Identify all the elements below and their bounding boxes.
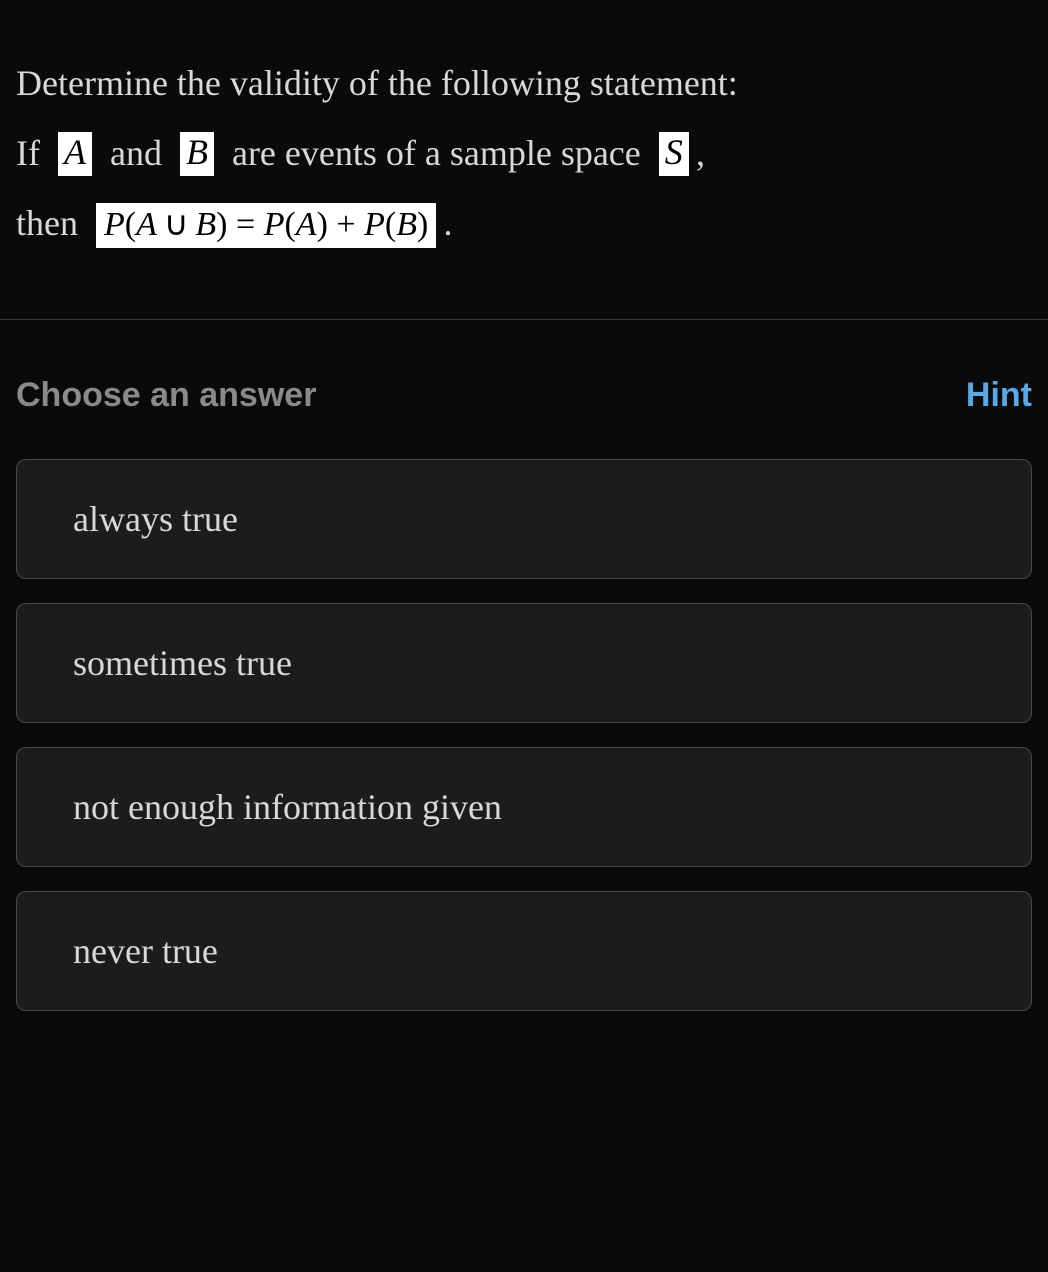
question-area: Determine the validity of the following … <box>0 0 1048 320</box>
word-if: If <box>16 133 40 173</box>
answer-option-3[interactable]: never true <box>16 891 1032 1011</box>
question-intro: Determine the validity of the following … <box>16 63 738 103</box>
math-var-s: S <box>659 132 689 175</box>
math-equation: P(A ∪ B) = P(A) + P(B) <box>96 203 436 248</box>
answer-option-1[interactable]: sometimes true <box>16 603 1032 723</box>
answer-area: Choose an answer Hint always true someti… <box>0 320 1048 1011</box>
math-var-a: A <box>58 132 92 175</box>
word-then: then <box>16 203 78 243</box>
phrase-are-events: are events of a sample space <box>232 133 641 173</box>
question-text: Determine the validity of the following … <box>16 48 1032 259</box>
answer-option-2[interactable]: not enough information given <box>16 747 1032 867</box>
answer-header: Choose an answer Hint <box>16 376 1032 415</box>
comma: , <box>696 133 705 173</box>
word-and: and <box>110 133 162 173</box>
answer-option-0[interactable]: always true <box>16 459 1032 579</box>
period: . <box>444 203 453 243</box>
math-var-b: B <box>180 132 214 175</box>
hint-link[interactable]: Hint <box>966 376 1032 415</box>
choose-answer-label: Choose an answer <box>16 376 316 415</box>
